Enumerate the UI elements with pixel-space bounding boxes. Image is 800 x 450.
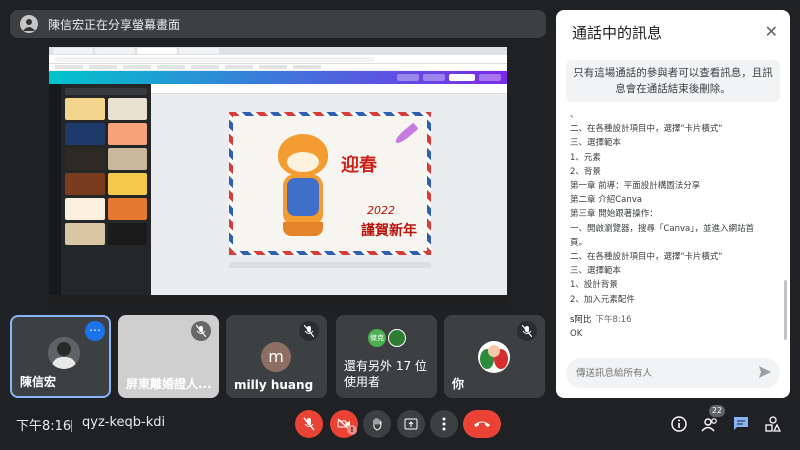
chat-input[interactable]	[566, 358, 780, 388]
chat-line: 1、元素	[570, 152, 601, 163]
leave-call-button[interactable]	[463, 410, 501, 438]
more-options-icon[interactable]: ⋯	[85, 321, 105, 341]
participant-tile-self[interactable]: 你	[444, 315, 545, 398]
participant-tile[interactable]: 屏東離婚證人...	[118, 315, 219, 398]
card-text-year: 2022	[367, 204, 395, 217]
avatar	[48, 337, 80, 369]
chat-sender: s阿比 下午8:16	[570, 313, 766, 327]
divider	[71, 420, 72, 432]
activities-button[interactable]	[763, 414, 783, 434]
browser-tabs	[49, 47, 507, 55]
chat-line: 一、開啟瀏覽器，搜尋「Canva」，並進入網站首	[570, 223, 755, 234]
mic-muted-icon	[191, 321, 211, 341]
chat-line: 第二章 介紹Canva	[570, 195, 642, 206]
chat-line: OK	[570, 329, 583, 340]
participant-name: milly huang	[234, 378, 314, 392]
sender-name: s阿比	[570, 314, 592, 325]
sender-time: 下午8:16	[595, 314, 632, 325]
participant-tile[interactable]: m milly huang	[226, 315, 327, 398]
send-icon[interactable]	[758, 365, 772, 379]
more-vert-icon	[442, 417, 446, 431]
participant-name: 你	[452, 377, 465, 391]
chat-line: 第一章 前導：平面設計構圖法分享	[570, 181, 701, 192]
meeting-details-button[interactable]	[669, 414, 689, 434]
canva-canvas-area: 迎春 2022 謹賀新年	[151, 84, 507, 295]
card-text-greeting: 謹賀新年	[361, 223, 417, 239]
people-button[interactable]	[700, 414, 720, 434]
activities-icon	[765, 416, 781, 432]
clock: 下午8:16	[16, 419, 72, 434]
canva-editor: 迎春 2022 謹賀新年	[49, 84, 507, 295]
canva-side-rail	[49, 84, 61, 295]
canva-template-panel	[61, 84, 151, 295]
participant-tile-presenter[interactable]: ⋯ 陳信宏	[10, 315, 111, 398]
chat-line: 2、加入元素配件	[570, 294, 635, 305]
chat-line: 1、設計背景	[570, 280, 618, 291]
canva-toolbar	[49, 71, 507, 84]
add-page-bar	[229, 262, 431, 268]
chat-line: 三、選擇範本	[570, 138, 622, 149]
present-screen-button[interactable]	[397, 410, 425, 438]
rocket-illustration	[393, 122, 419, 146]
others-count-label: 還有另外 17 位使用者	[344, 359, 427, 389]
presenting-text: 陳信宏正在分享螢幕畫面	[48, 17, 181, 32]
alert-badge: !	[347, 425, 357, 435]
present-icon	[404, 418, 418, 430]
hand-icon	[373, 418, 382, 431]
chat-notice: 只有這場通話的參與者可以查看訊息，且訊息會在通話結束後刪除。	[566, 60, 780, 102]
card-text-top: 迎春	[341, 155, 377, 176]
presenter-avatar	[20, 15, 38, 33]
chat-icon	[734, 417, 748, 430]
greeting-card: 迎春 2022 謹賀新年	[229, 112, 431, 255]
hang-up-icon	[474, 421, 490, 427]
browser-address-bar	[49, 55, 507, 64]
participant-name: 陳信宏	[20, 375, 57, 389]
avatar: m	[261, 342, 291, 372]
mic-muted-icon	[517, 321, 537, 341]
presenting-banner: 陳信宏正在分享螢幕畫面	[10, 10, 546, 38]
mic-toggle-button[interactable]	[295, 410, 323, 438]
shared-screen[interactable]: 迎春 2022 謹賀新年	[49, 47, 507, 305]
tiger-illustration	[273, 134, 333, 238]
chat-line: 、	[570, 110, 579, 120]
windows-taskbar	[49, 295, 507, 305]
avatar: 傑克	[368, 329, 386, 347]
chat-line: 二、在各種設計項目中，選擇"卡片橫式"	[570, 252, 723, 263]
chat-scrollbar[interactable]	[784, 280, 787, 340]
mic-muted-icon	[299, 321, 319, 341]
browser-bookmarks	[49, 64, 507, 71]
mini-avatars: 傑克	[368, 329, 406, 347]
raise-hand-button[interactable]	[363, 410, 391, 438]
chat-button[interactable]	[731, 414, 751, 434]
chat-messages: 、 二、在各種設計項目中，選擇"卡片橫式" 三、選擇範本 1、元素 2、背景 第…	[570, 108, 766, 356]
chat-line: 頁。	[570, 237, 588, 248]
close-icon[interactable]: ✕	[765, 22, 778, 41]
participant-name: 屏東離婚證人...	[126, 377, 212, 391]
more-options-button[interactable]	[430, 410, 458, 438]
others-tile[interactable]: 傑克 還有另外 17 位使用者	[336, 315, 437, 398]
people-icon	[701, 418, 717, 432]
mic-off-icon	[303, 417, 315, 431]
avatar	[478, 341, 510, 373]
chat-line: 三、選擇範本	[570, 266, 622, 277]
chat-title: 通話中的訊息	[572, 24, 663, 42]
meeting-code: qyz-keqb-kdi	[82, 415, 166, 430]
chat-panel: 通話中的訊息 ✕ 只有這場通話的參與者可以查看訊息，且訊息會在通話結束後刪除。 …	[556, 10, 790, 398]
avatar	[388, 329, 406, 347]
chat-line: 第三章 開始跟著操作：	[570, 209, 658, 220]
chat-line: 2、背景	[570, 166, 601, 177]
info-icon	[671, 416, 687, 432]
chat-line: 二、在各種設計項目中，選擇"卡片橫式"	[570, 124, 723, 135]
